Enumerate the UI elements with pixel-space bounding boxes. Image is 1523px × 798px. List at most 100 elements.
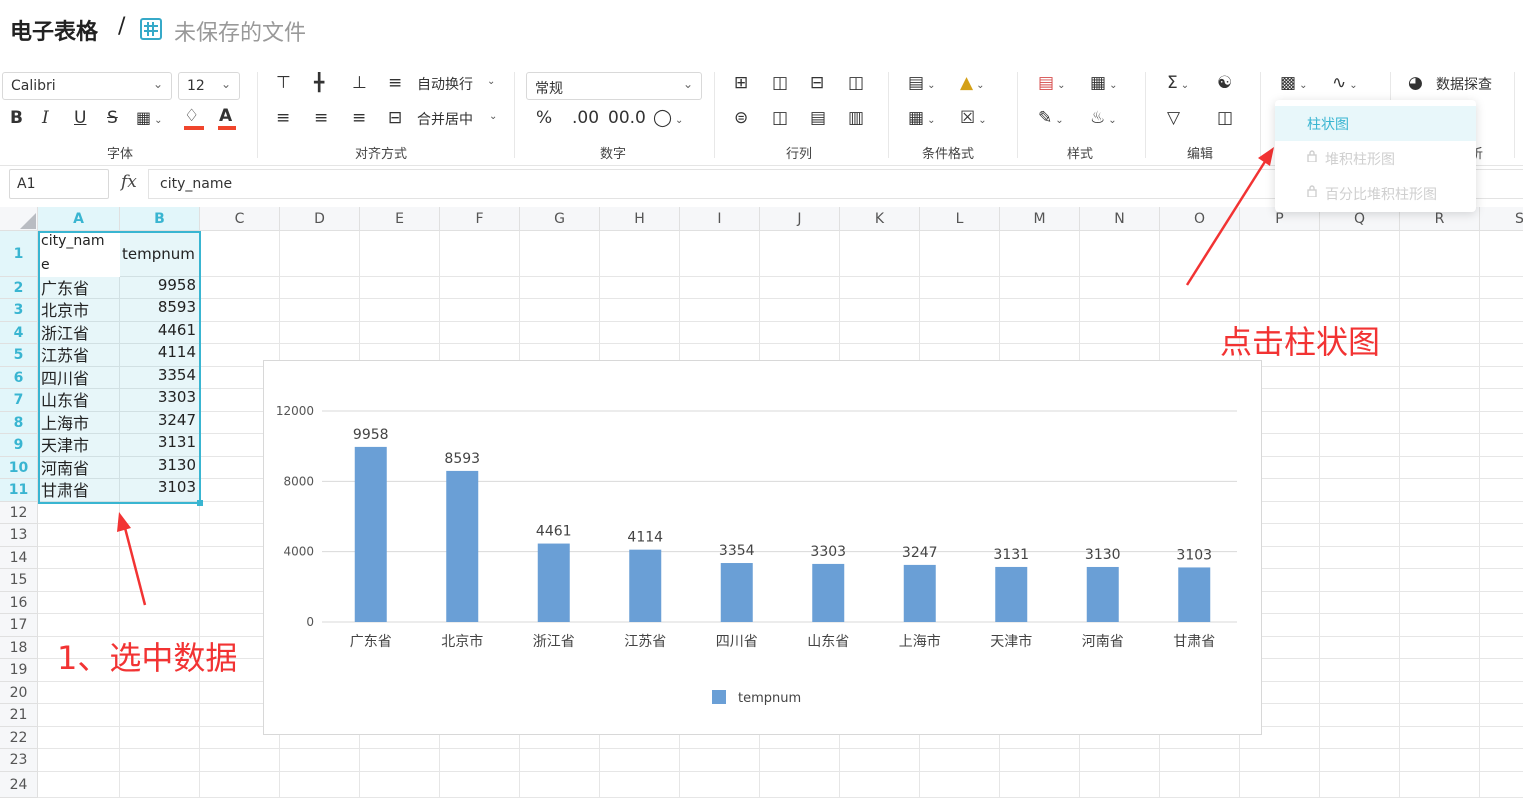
row-header-9[interactable]: 9 (0, 434, 38, 457)
bar-chart-icon[interactable]: ▩ ⌄ (1280, 72, 1307, 97)
align-left-icon[interactable]: ≡ (276, 107, 290, 129)
filter-icon[interactable]: ▽ (1167, 107, 1180, 129)
cell-tempnum[interactable]: 4461 (120, 321, 196, 339)
file-name[interactable]: 未保存的文件 (174, 15, 306, 47)
merge-center-icon[interactable]: ⊟ (388, 107, 402, 129)
function-icon[interactable]: fx (121, 172, 137, 192)
underline-icon[interactable]: U (74, 107, 86, 129)
cell-city[interactable]: 甘肃省 (41, 477, 89, 501)
row-header-2[interactable]: 2 (0, 277, 38, 299)
cell-tempnum[interactable]: 3354 (120, 366, 196, 384)
currency-icon[interactable]: ◯ ⌄ (653, 107, 683, 132)
data-explore-button[interactable]: 数据探查 (1436, 74, 1492, 94)
cell-city[interactable]: 上海市 (41, 410, 89, 434)
increase-decimal-icon[interactable]: 00.0 (608, 107, 646, 129)
data-bar-icon[interactable]: ▦ ⌄ (908, 107, 935, 132)
wrap-text-icon[interactable]: ≡ (388, 72, 402, 94)
cell-tempnum[interactable]: 3303 (120, 388, 196, 406)
column-header-o[interactable]: O (1160, 207, 1240, 231)
column-header-n[interactable]: N (1080, 207, 1160, 231)
wrap-text-label[interactable]: 自动换行 (417, 74, 473, 94)
column-header-l[interactable]: L (920, 207, 1000, 231)
row-header-1[interactable]: 1 (0, 231, 38, 277)
row-header-24[interactable]: 24 (0, 772, 38, 798)
cell-tempnum[interactable]: 3247 (120, 411, 196, 429)
row-header-14[interactable]: 14 (0, 547, 38, 569)
clear-rules-icon[interactable]: ☒ ⌄ (960, 107, 987, 132)
row-header-23[interactable]: 23 (0, 749, 38, 772)
column-header-j[interactable]: J (760, 207, 840, 231)
select-all-corner[interactable] (0, 207, 38, 231)
bold-icon[interactable]: B (10, 107, 23, 129)
font-color-icon[interactable]: A (218, 105, 236, 130)
align-right-icon[interactable]: ≡ (352, 107, 366, 129)
row-header-15[interactable]: 15 (0, 569, 38, 592)
cell-city[interactable]: 天津市 (41, 432, 89, 456)
cell-tempnum[interactable]: 3103 (120, 478, 196, 496)
cell-city[interactable]: 四川省 (41, 365, 89, 389)
row-header-20[interactable]: 20 (0, 682, 38, 704)
sum-icon[interactable]: Σ ⌄ (1167, 72, 1189, 97)
format-painter-icon[interactable]: ♨ ⌄ (1090, 107, 1117, 132)
number-format-select[interactable]: 常规 ⌄ (526, 72, 702, 100)
line-chart-icon[interactable]: ∿ ⌄ (1332, 72, 1358, 97)
merge-center-label[interactable]: 合并居中 (417, 109, 473, 129)
row-header-6[interactable]: 6 (0, 367, 38, 389)
row-height-icon[interactable]: ⊜ (734, 107, 748, 129)
highlight-rules-icon[interactable]: ▲ ⌄ (960, 72, 984, 97)
row-header-17[interactable]: 17 (0, 614, 38, 637)
column-header-b[interactable]: B (120, 207, 200, 231)
find-icon[interactable]: ☯ (1217, 72, 1232, 94)
fill-color-icon[interactable]: ♢ (184, 105, 204, 130)
row-header-7[interactable]: 7 (0, 389, 38, 412)
cell-city[interactable]: 广东省 (41, 275, 89, 299)
cell-tempnum[interactable]: 3131 (120, 433, 196, 451)
format-icon[interactable]: ✎ ⌄ (1038, 107, 1064, 132)
column-header-g[interactable]: G (520, 207, 600, 231)
row-header-13[interactable]: 13 (0, 524, 38, 547)
data-explore-icon[interactable]: ◕ (1408, 72, 1423, 94)
row-header-21[interactable]: 21 (0, 704, 38, 727)
row-header-16[interactable]: 16 (0, 592, 38, 614)
row-header-18[interactable]: 18 (0, 637, 38, 659)
delete-row-icon[interactable]: ⊟ (810, 72, 824, 94)
clear-icon[interactable]: ◫ (1217, 107, 1233, 129)
cell-a1-line2[interactable]: e (41, 257, 50, 273)
cell-city[interactable]: 北京市 (41, 297, 89, 321)
font-name-select[interactable]: Calibri ⌄ (2, 72, 172, 100)
delete-column-icon[interactable]: ◫ (848, 72, 864, 94)
column-header-d[interactable]: D (280, 207, 360, 231)
name-box[interactable]: A1 (9, 169, 109, 199)
insert-row-icon[interactable]: ⊞ (734, 72, 748, 94)
cell-tempnum[interactable]: 8593 (120, 298, 196, 316)
align-bottom-icon[interactable]: ⊥ (352, 72, 367, 94)
strikethrough-icon[interactable]: S (107, 107, 118, 129)
column-header-s[interactable]: S (1480, 207, 1523, 231)
cell-style-icon[interactable]: ▤ ⌄ (1038, 72, 1065, 97)
column-header-h[interactable]: H (600, 207, 680, 231)
font-size-select[interactable]: 12 ⌄ (178, 72, 240, 100)
column-header-a[interactable]: A (38, 207, 120, 231)
table-style-icon[interactable]: ▦ ⌄ (1090, 72, 1117, 97)
align-top-icon[interactable]: ⊤ (276, 72, 291, 94)
hide-column-icon[interactable]: ▥ (848, 107, 864, 129)
column-header-m[interactable]: M (1000, 207, 1080, 231)
row-header-3[interactable]: 3 (0, 299, 38, 322)
column-header-k[interactable]: K (840, 207, 920, 231)
cell-a1-line1[interactable]: city_nam (41, 233, 104, 249)
row-header-22[interactable]: 22 (0, 727, 38, 749)
border-icon[interactable]: ▦ ⌄ (136, 107, 163, 132)
decrease-decimal-icon[interactable]: .00 (572, 107, 599, 129)
row-header-19[interactable]: 19 (0, 659, 38, 682)
row-header-11[interactable]: 11 (0, 479, 38, 502)
column-width-icon[interactable]: ◫ (772, 107, 788, 129)
row-header-8[interactable]: 8 (0, 412, 38, 434)
row-header-12[interactable]: 12 (0, 502, 38, 524)
row-header-10[interactable]: 10 (0, 457, 38, 479)
cell-tempnum[interactable]: 4114 (120, 343, 196, 361)
bar-chart[interactable]: 0 4000 8000 12000 9958 广东省 8593 北京市 4461 浙江省 4114 江… (263, 360, 1262, 735)
cell-city[interactable]: 河南省 (41, 455, 89, 479)
cell-city[interactable]: 江苏省 (41, 342, 89, 366)
row-header-5[interactable]: 5 (0, 344, 38, 367)
cell-b1[interactable]: tempnum (122, 245, 195, 263)
